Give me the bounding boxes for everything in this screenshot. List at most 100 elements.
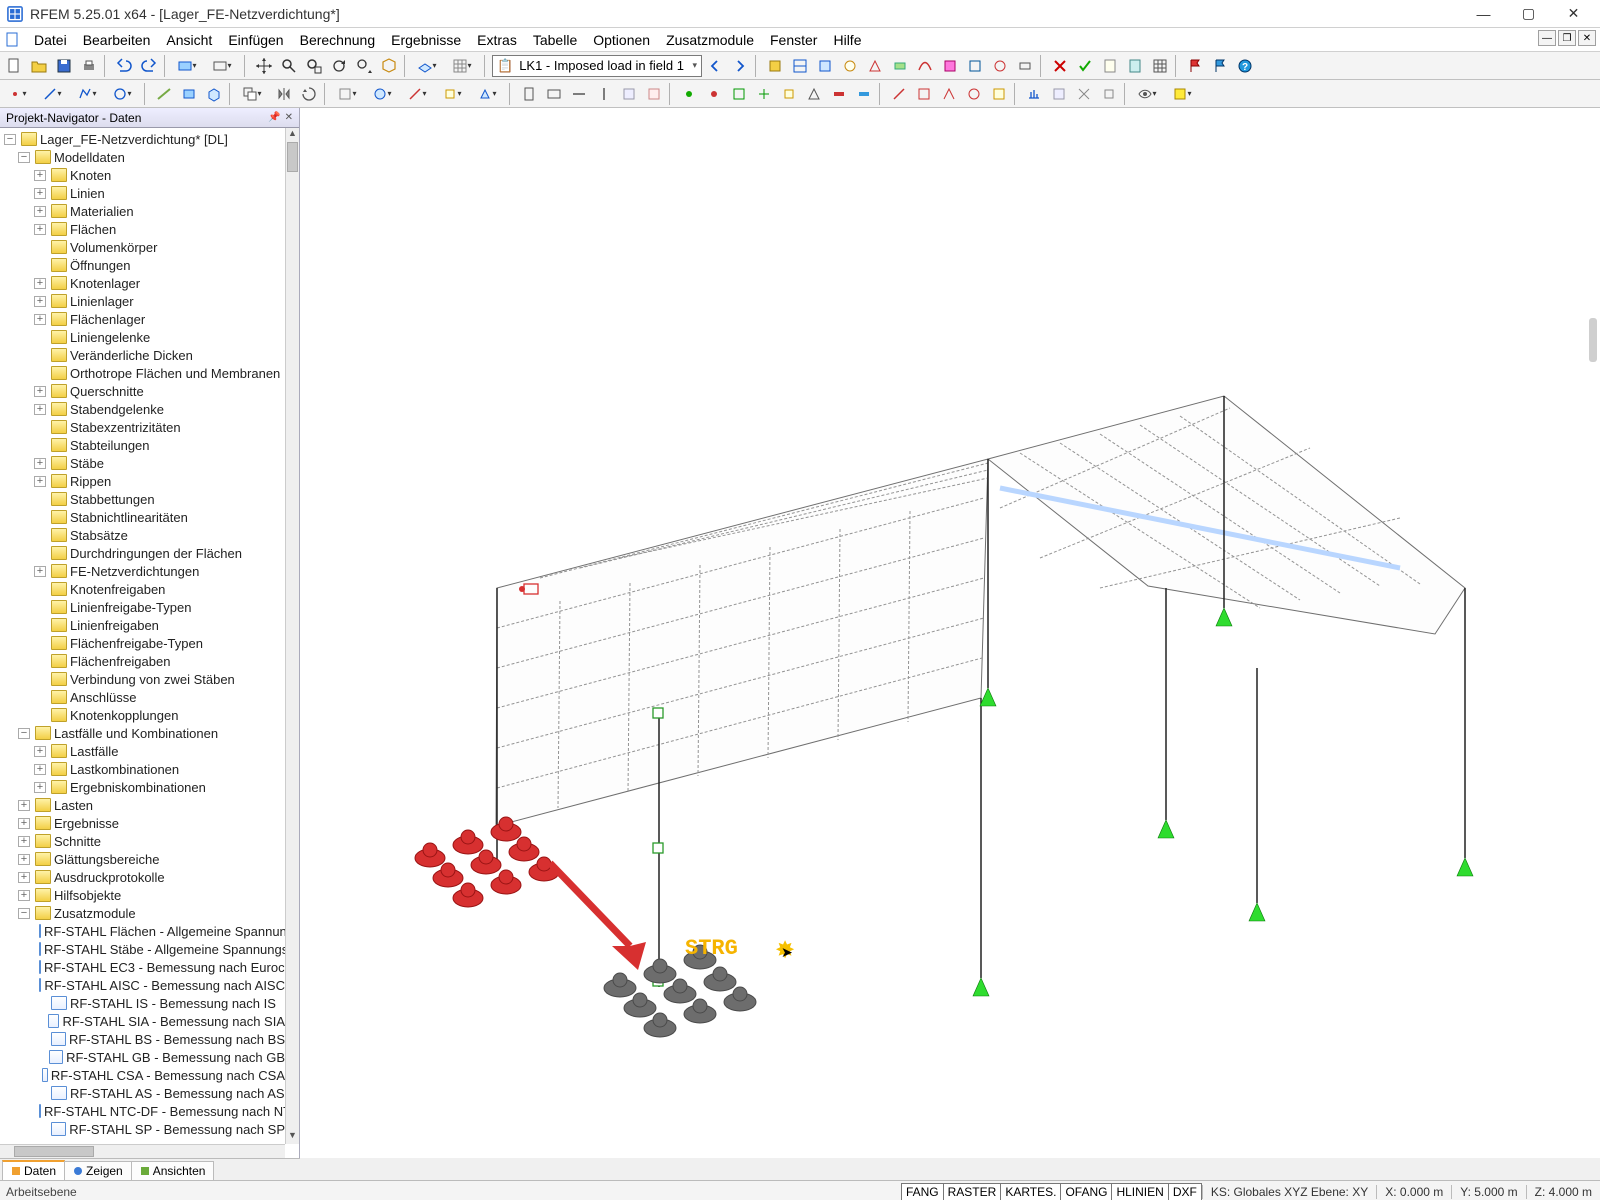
tb2-g3[interactable]: ▾ — [402, 82, 436, 106]
tb2-line[interactable]: ▾ — [37, 82, 71, 106]
tb-flag-1[interactable] — [1183, 54, 1207, 78]
tb2-node[interactable]: ▾ — [2, 82, 36, 106]
tb-calc-1[interactable] — [1098, 54, 1122, 78]
tb2-g17[interactable] — [802, 82, 826, 106]
tb2-g6[interactable] — [517, 82, 541, 106]
navigator-hscroll[interactable] — [0, 1144, 285, 1158]
tb-move[interactable] — [252, 54, 276, 78]
navigator-tree[interactable]: −Lager_FE-Netzverdichtung* [DL]−Modellda… — [0, 128, 299, 1158]
tb-iso-view[interactable] — [377, 54, 401, 78]
tb2-g13[interactable] — [702, 82, 726, 106]
tree-section-5[interactable]: +Hilfsobjekte — [0, 886, 285, 904]
tree-section-1[interactable]: +Ergebnisse — [0, 814, 285, 832]
tb2-poly[interactable]: ▾ — [72, 82, 106, 106]
tree-zm-2[interactable]: RF-STAHL EC3 - Bemessung nach Eurocode — [0, 958, 285, 976]
tree-zm-10[interactable]: RF-STAHL NTC-DF - Bemessung nach NTC-DF — [0, 1102, 285, 1120]
tb-misc-8[interactable] — [938, 54, 962, 78]
tb-misc-2[interactable] — [788, 54, 812, 78]
tb-check[interactable] — [1073, 54, 1097, 78]
tb2-g8[interactable] — [567, 82, 591, 106]
tree-item-md-27[interactable]: Flächenfreigaben — [0, 652, 285, 670]
tb2-g27[interactable] — [1072, 82, 1096, 106]
tree-zm-0[interactable]: RF-STAHL Flächen - Allgemeine Spannungsa… — [0, 922, 285, 940]
navigator-tab-daten[interactable]: Daten — [2, 1160, 65, 1180]
maximize-button[interactable]: ▢ — [1506, 0, 1551, 28]
tb-flag-2[interactable] — [1208, 54, 1232, 78]
tree-item-md-14[interactable]: Stabexzentrizitäten — [0, 418, 285, 436]
tb-misc-11[interactable] — [1013, 54, 1037, 78]
tree-item-lf-0[interactable]: +Lastfälle — [0, 742, 285, 760]
menu-datei[interactable]: Datei — [26, 30, 75, 50]
tb-prev-view[interactable] — [352, 54, 376, 78]
tree-lastfaelle[interactable]: −Lastfälle und Kombinationen — [0, 724, 285, 742]
navigator-tab-zeigen[interactable]: Zeigen — [64, 1161, 132, 1180]
tree-item-md-12[interactable]: +Querschnitte — [0, 382, 285, 400]
tree-item-md-3[interactable]: +Flächen — [0, 220, 285, 238]
tb2-g5[interactable]: ▾ — [472, 82, 506, 106]
tree-item-md-30[interactable]: Knotenkopplungen — [0, 706, 285, 724]
tree-zm-7[interactable]: RF-STAHL GB - Bemessung nach GB — [0, 1048, 285, 1066]
tree-item-lf-1[interactable]: +Lastkombinationen — [0, 760, 285, 778]
tree-item-md-28[interactable]: Verbindung von zwei Stäben — [0, 670, 285, 688]
tree-item-md-21[interactable]: Durchdringungen der Flächen — [0, 544, 285, 562]
tb-new[interactable] — [2, 54, 26, 78]
tree-zm-8[interactable]: RF-STAHL CSA - Bemessung nach CSA — [0, 1066, 285, 1084]
menu-ansicht[interactable]: Ansicht — [158, 30, 220, 50]
tree-item-md-22[interactable]: +FE-Netzverdichtungen — [0, 562, 285, 580]
sb-toggle-raster[interactable]: RASTER — [943, 1183, 1002, 1200]
tb2-visibility[interactable]: ▾ — [1132, 82, 1166, 106]
menu-fenster[interactable]: Fenster — [762, 30, 825, 50]
tree-item-md-25[interactable]: Linienfreigaben — [0, 616, 285, 634]
tb2-g18[interactable] — [827, 82, 851, 106]
tree-item-md-24[interactable]: Linienfreigabe-Typen — [0, 598, 285, 616]
tree-zm-3[interactable]: RF-STAHL AISC - Bemessung nach AISC — [0, 976, 285, 994]
tb-mesh[interactable] — [1148, 54, 1172, 78]
tree-item-md-10[interactable]: Veränderliche Dicken — [0, 346, 285, 364]
tb2-g7[interactable] — [542, 82, 566, 106]
tb-open[interactable] — [27, 54, 51, 78]
tb-misc-9[interactable] — [963, 54, 987, 78]
tb-print[interactable] — [77, 54, 101, 78]
tb-misc-1[interactable] — [763, 54, 787, 78]
tree-item-md-0[interactable]: +Knoten — [0, 166, 285, 184]
menu-hilfe[interactable]: Hilfe — [825, 30, 869, 50]
tb2-g11[interactable] — [642, 82, 666, 106]
tree-zm-11[interactable]: RF-STAHL SP - Bemessung nach SP — [0, 1120, 285, 1138]
tb2-color[interactable]: ▾ — [1167, 82, 1201, 106]
tb-rotate[interactable] — [327, 54, 351, 78]
tree-item-md-20[interactable]: Stabsätze — [0, 526, 285, 544]
mdi-minimize[interactable]: ― — [1538, 30, 1556, 46]
tb-misc-7[interactable] — [913, 54, 937, 78]
close-button[interactable]: ✕ — [1551, 0, 1596, 28]
tb2-g19[interactable] — [852, 82, 876, 106]
tb2-g14[interactable] — [727, 82, 751, 106]
tree-item-md-17[interactable]: +Rippen — [0, 472, 285, 490]
tb2-g9[interactable] — [592, 82, 616, 106]
tb2-g20[interactable] — [887, 82, 911, 106]
tree-item-md-16[interactable]: +Stäbe — [0, 454, 285, 472]
tb2-g10[interactable] — [617, 82, 641, 106]
tb2-g12[interactable] — [677, 82, 701, 106]
tb2-g22[interactable] — [937, 82, 961, 106]
menu-ergebnisse[interactable]: Ergebnisse — [383, 30, 469, 50]
tree-zm-9[interactable]: RF-STAHL AS - Bemessung nach AS — [0, 1084, 285, 1102]
tree-section-4[interactable]: +Ausdruckprotokolle — [0, 868, 285, 886]
menu-bearbeiten[interactable]: Bearbeiten — [75, 30, 159, 50]
tree-section-6[interactable]: −Zusatzmodule — [0, 904, 285, 922]
tb2-g23[interactable] — [962, 82, 986, 106]
tb-misc-10[interactable] — [988, 54, 1012, 78]
tb-lc-prev[interactable] — [703, 54, 727, 78]
tb2-member[interactable] — [152, 82, 176, 106]
tree-item-md-9[interactable]: Liniengelenke — [0, 328, 285, 346]
tb2-mirror[interactable] — [272, 82, 296, 106]
tb2-copy[interactable]: ▾ — [237, 82, 271, 106]
tree-section-3[interactable]: +Glättungsbereiche — [0, 850, 285, 868]
menu-einfuegen[interactable]: Einfügen — [220, 30, 291, 50]
tree-item-md-23[interactable]: Knotenfreigaben — [0, 580, 285, 598]
tree-item-md-4[interactable]: Volumenkörper — [0, 238, 285, 256]
tree-section-0[interactable]: +Lasten — [0, 796, 285, 814]
tree-item-md-29[interactable]: Anschlüsse — [0, 688, 285, 706]
tb2-g4[interactable]: ▾ — [437, 82, 471, 106]
tb-render-wire[interactable]: ▾ — [207, 54, 241, 78]
tb-redo[interactable] — [137, 54, 161, 78]
